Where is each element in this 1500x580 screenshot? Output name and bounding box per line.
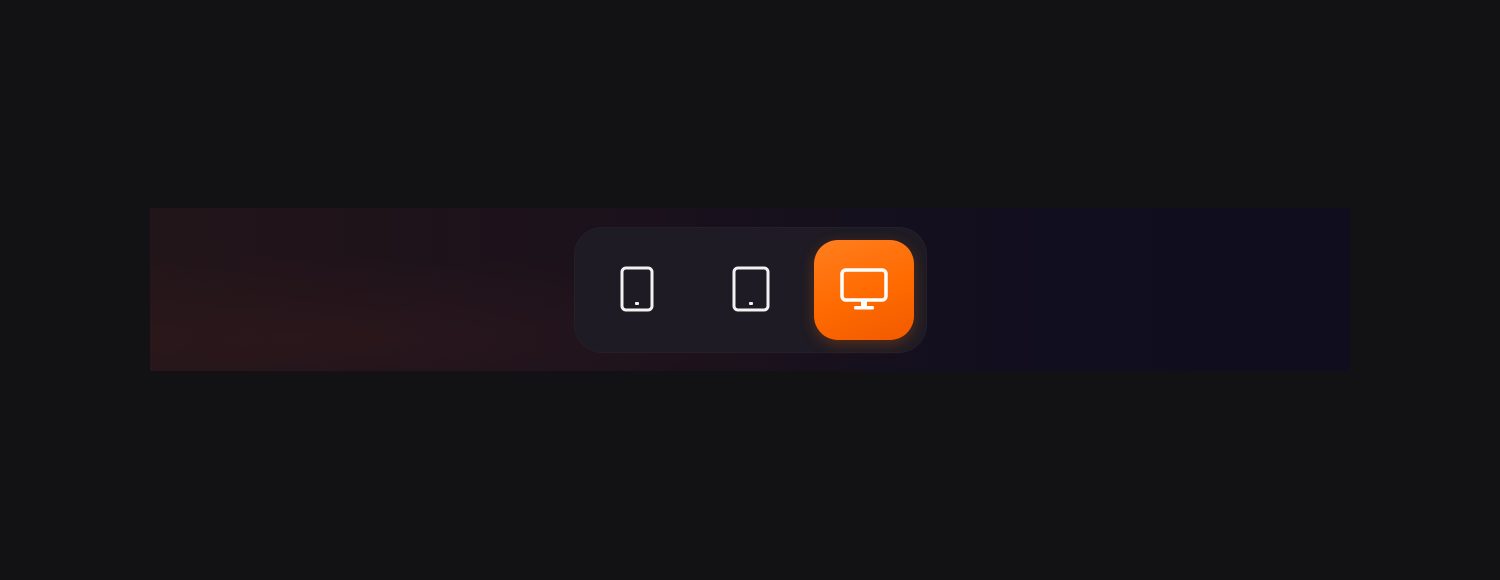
device-option-tablet[interactable] [701, 240, 801, 340]
device-option-mobile[interactable] [587, 240, 687, 340]
mobile-icon [620, 266, 654, 312]
device-option-desktop[interactable] [814, 240, 914, 340]
preview-stage [150, 208, 1350, 371]
monitor-icon [840, 268, 888, 310]
device-switcher [574, 227, 927, 353]
tablet-icon [732, 266, 770, 312]
